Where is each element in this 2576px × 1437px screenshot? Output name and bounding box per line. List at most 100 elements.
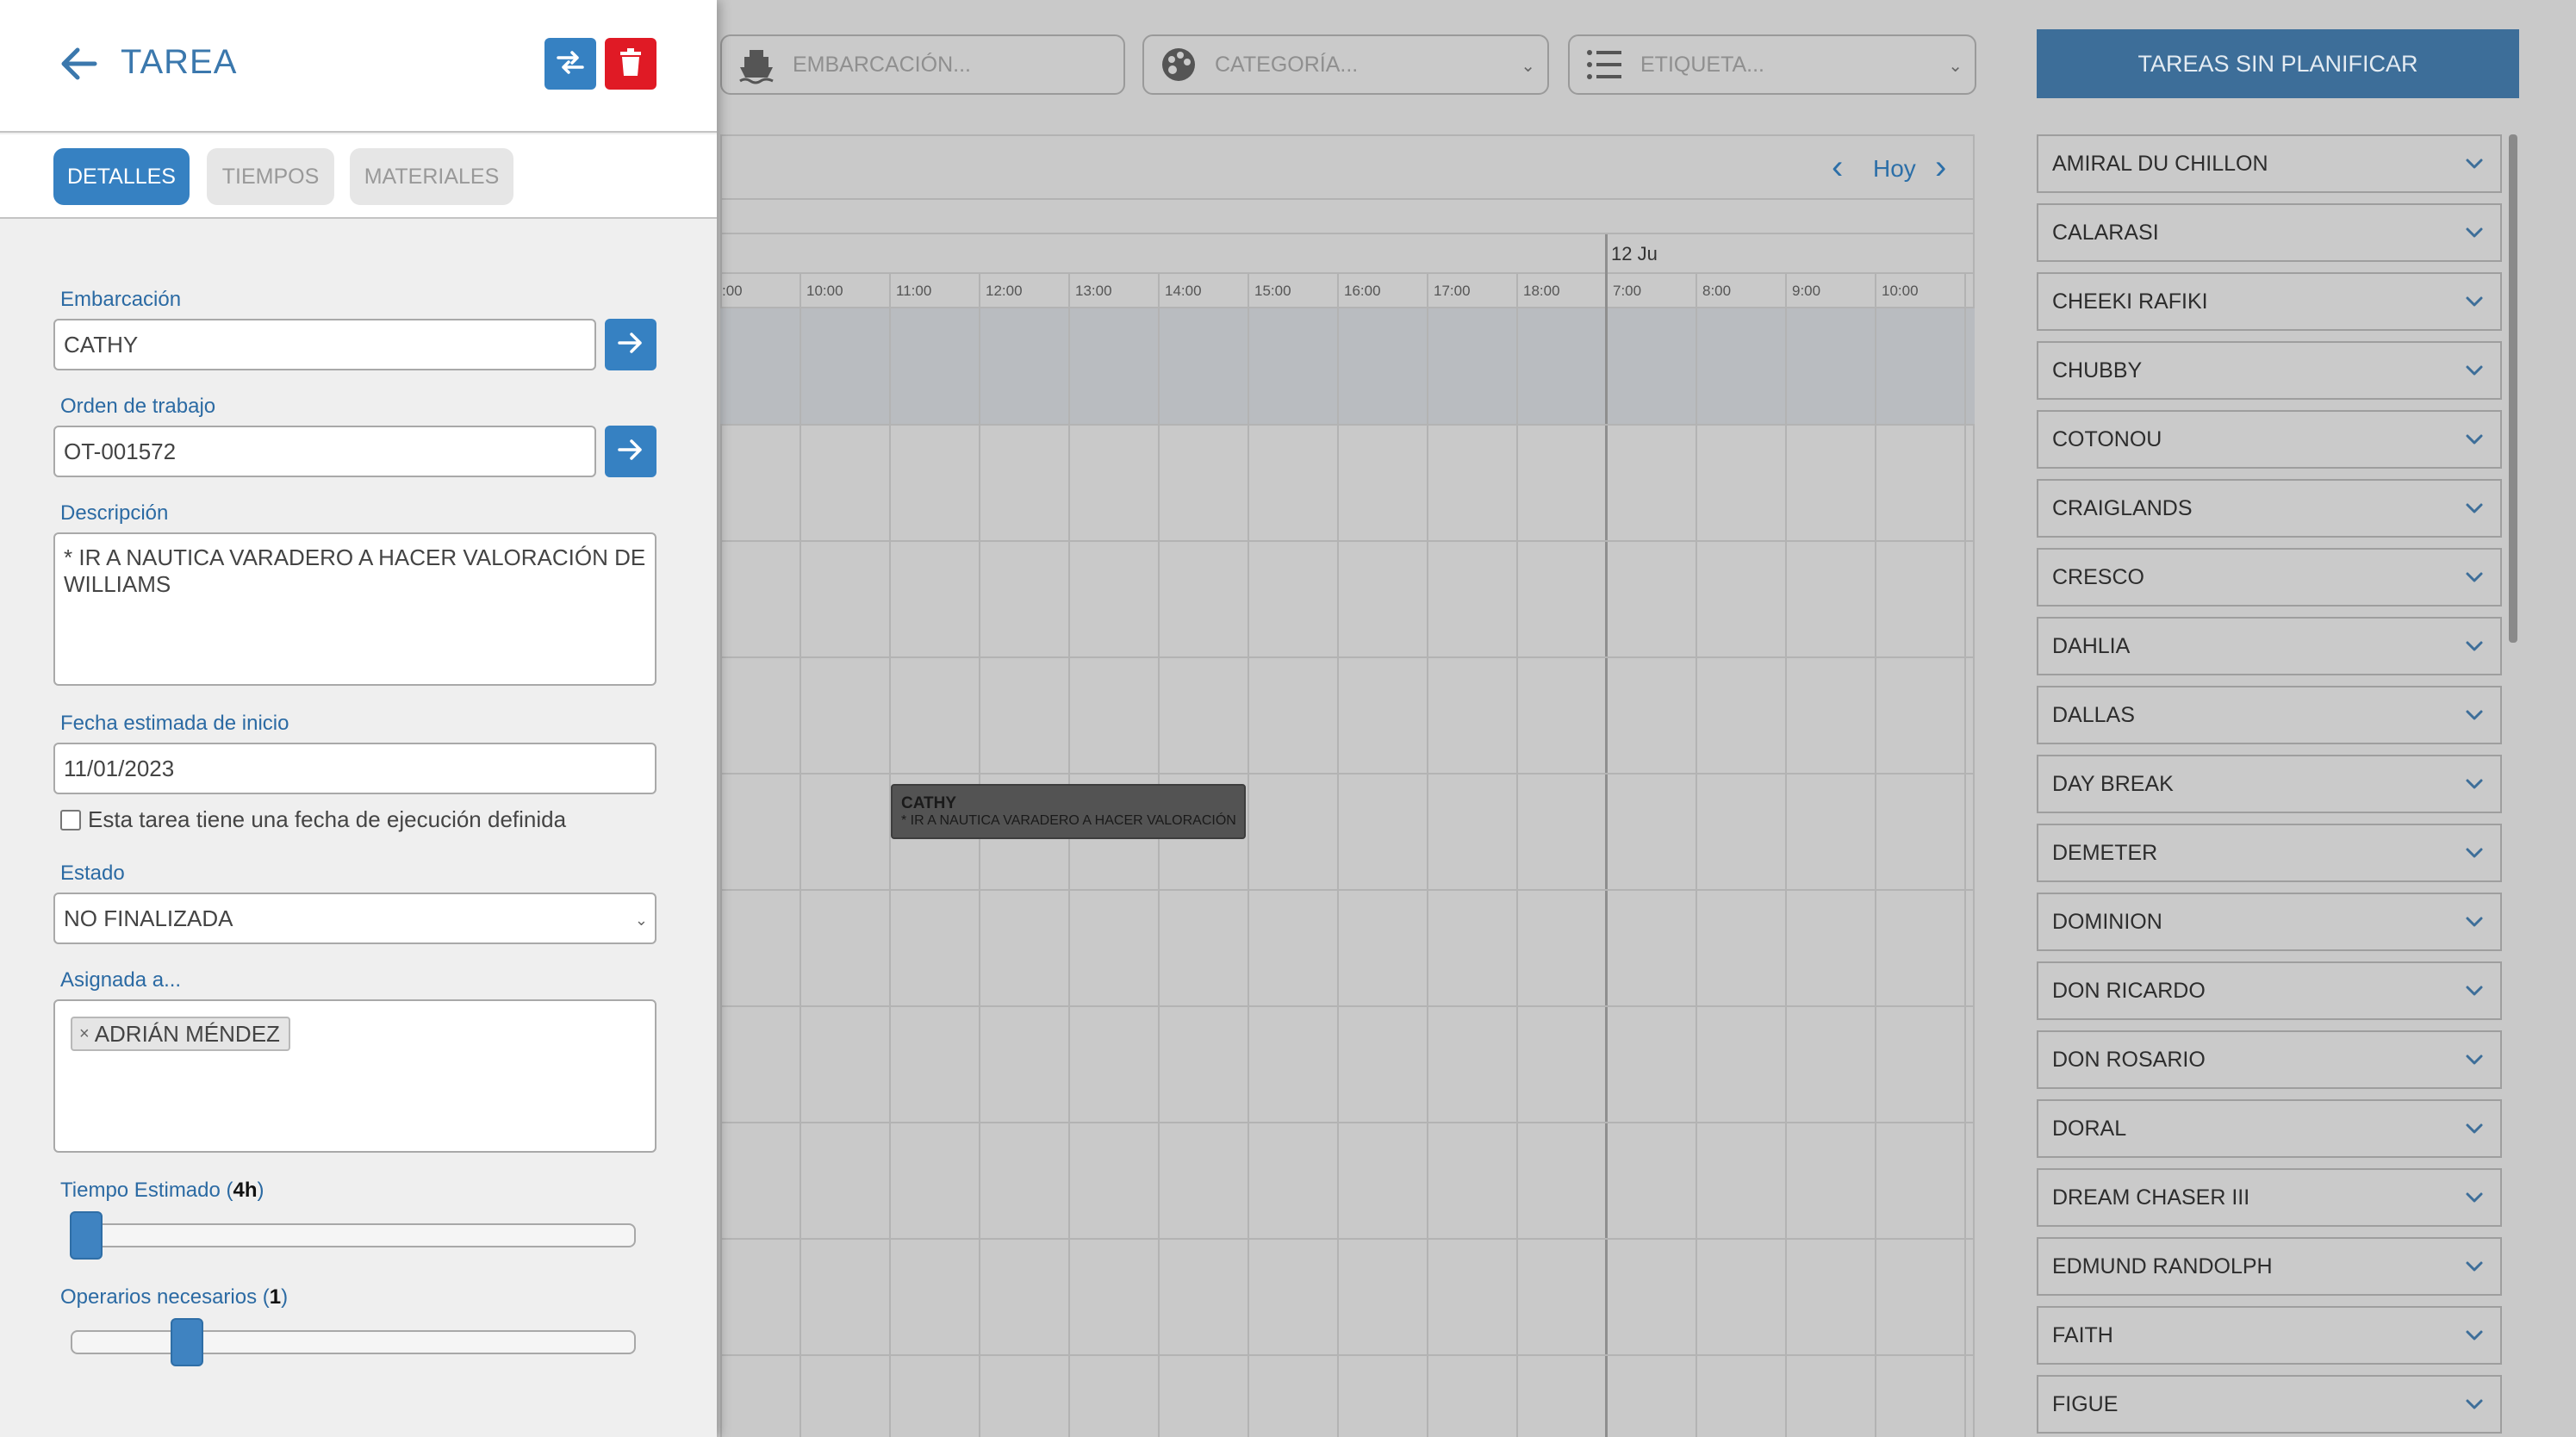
operators-label: Operarios necesarios (1): [60, 1285, 289, 1309]
status-select[interactable]: NO FINALIZADA ⌄: [53, 893, 656, 944]
back-arrow-icon[interactable]: [55, 40, 103, 88]
unplanned-boat-name: DON RICARDO: [2052, 978, 2206, 1003]
start-date-field[interactable]: 11/01/2023: [53, 743, 656, 794]
chevron-down-icon: [2464, 1394, 2485, 1415]
operators-slider[interactable]: [71, 1330, 636, 1354]
today-button[interactable]: Hoy: [1873, 155, 1916, 183]
grid-line: [1068, 272, 1070, 1437]
work-order-field[interactable]: OT-001572: [53, 426, 596, 477]
unplanned-boat-item[interactable]: EDMUND RANDOLPH: [2037, 1237, 2502, 1296]
chevron-down-icon: [2464, 636, 2485, 656]
scrollbar[interactable]: [2509, 134, 2517, 643]
unplanned-boat-item[interactable]: DORAL: [2037, 1099, 2502, 1158]
unplanned-boat-item[interactable]: COTONOU: [2037, 410, 2502, 469]
unplanned-boat-item[interactable]: CALARASI: [2037, 203, 2502, 262]
estimated-time-slider[interactable]: [71, 1223, 636, 1247]
arrow-right-icon: [616, 435, 645, 469]
hour-label: 16:00: [1344, 283, 1381, 299]
chevron-down-icon: [2464, 360, 2485, 381]
unplanned-boat-item[interactable]: DAY BREAK: [2037, 755, 2502, 813]
delete-task-button[interactable]: [605, 38, 656, 90]
remove-tag-icon[interactable]: ×: [79, 1024, 90, 1044]
fixed-date-checkbox[interactable]: [60, 809, 81, 830]
next-icon[interactable]: ›: [1935, 148, 1946, 187]
move-task-button[interactable]: [544, 38, 596, 90]
unplanned-boat-name: CHEEKI RAFIKI: [2052, 289, 2208, 314]
ship-icon: [732, 40, 781, 89]
unplanned-boat-item[interactable]: DON ROSARIO: [2037, 1030, 2502, 1089]
unplanned-boat-item[interactable]: DREAM CHASER III: [2037, 1168, 2502, 1227]
calendar-day-row: [720, 233, 1975, 272]
status-label: Estado: [60, 862, 125, 885]
event-description: * IR A NAUTICA VARADERO A HACER VALORACI…: [901, 813, 1236, 828]
assigned-user-tag[interactable]: × ADRIÁN MÉNDEZ: [71, 1017, 290, 1051]
tab-materials[interactable]: MATERIALES: [350, 148, 513, 205]
unplanned-boat-name: EDMUND RANDOLPH: [2052, 1253, 2273, 1278]
grid-line: [800, 272, 801, 1437]
hour-label: 9:00: [1792, 283, 1821, 299]
tab-times[interactable]: TIEMPOS: [207, 148, 334, 205]
boat-field[interactable]: CATHY: [53, 319, 596, 370]
hour-label: 17:00: [1434, 283, 1471, 299]
unplanned-boat-name: CRAIGLANDS: [2052, 495, 2193, 520]
unplanned-boat-item[interactable]: CRESCO: [2037, 548, 2502, 607]
grid-line: [720, 889, 1975, 891]
grid-line: [720, 1005, 1975, 1007]
tab-details[interactable]: DETALLES: [53, 148, 190, 205]
unplanned-boat-item[interactable]: DEMETER: [2037, 824, 2502, 882]
hour-label: :00: [722, 283, 743, 299]
unplanned-boat-item[interactable]: CHEEKI RAFIKI: [2037, 272, 2502, 331]
unplanned-boat-item[interactable]: DAHLIA: [2037, 617, 2502, 675]
palette-icon: [1154, 40, 1203, 89]
unplanned-boat-name: DAY BREAK: [2052, 771, 2174, 796]
unplanned-boat-item[interactable]: DALLAS: [2037, 686, 2502, 744]
fixed-date-checkbox-row[interactable]: Esta tarea tiene una fecha de ejecución …: [60, 806, 566, 833]
unplanned-boat-item[interactable]: DON RICARDO: [2037, 961, 2502, 1020]
chevron-down-icon: [2464, 705, 2485, 725]
unplanned-boat-name: CALARASI: [2052, 220, 2159, 245]
chevron-down-icon: [2464, 291, 2485, 312]
grid-line: [1158, 272, 1160, 1437]
hour-label: 18:00: [1523, 283, 1560, 299]
unplanned-boat-item[interactable]: AMIRAL DU CHILLON: [2037, 134, 2502, 193]
hour-label: 12:00: [986, 283, 1023, 299]
chevron-down-icon: ⌄: [1948, 57, 1963, 76]
chevron-down-icon: [2464, 980, 2485, 1001]
boat-filter[interactable]: EMBARCACIÓN...: [720, 34, 1125, 95]
unplanned-boat-name: DON ROSARIO: [2052, 1047, 2206, 1072]
unplanned-boat-item[interactable]: CHUBBY: [2037, 341, 2502, 400]
list-icon: [1580, 40, 1628, 89]
drawer-header: TAREA: [0, 0, 717, 133]
unplanned-tasks-button[interactable]: TAREAS SIN PLANIFICAR: [2037, 29, 2519, 98]
grid-line: [889, 272, 891, 1437]
previous-icon[interactable]: ‹: [1832, 148, 1843, 187]
description-textarea[interactable]: * IR A NAUTICA VARADERO A HACER VALORACI…: [53, 532, 656, 686]
day-divider: [1605, 234, 1608, 1437]
hour-label: 11:00: [896, 283, 932, 299]
calendar-event[interactable]: CATHY * IR A NAUTICA VARADERO A HACER VA…: [891, 784, 1246, 839]
operators-slider-handle[interactable]: [171, 1318, 203, 1366]
grid-line: [1964, 272, 1966, 1437]
chevron-down-icon: ⌄: [1521, 57, 1535, 76]
category-filter[interactable]: CATEGORÍA... ⌄: [1142, 34, 1549, 95]
unplanned-boat-name: DOMINION: [2052, 909, 2162, 934]
chevron-down-icon: [2464, 1118, 2485, 1139]
hour-label: 10:00: [806, 283, 843, 299]
description-label: Descripción: [60, 501, 169, 525]
unplanned-boat-item[interactable]: FIGUE: [2037, 1375, 2502, 1434]
open-work-order-button[interactable]: [605, 426, 656, 477]
grid-line: [1248, 272, 1249, 1437]
status-value: NO FINALIZADA: [64, 905, 233, 931]
grid-line: [720, 424, 1975, 426]
unplanned-boat-item[interactable]: DOMINION: [2037, 893, 2502, 951]
tag-filter[interactable]: ETIQUETA... ⌄: [1568, 34, 1976, 95]
chevron-down-icon: [2464, 1187, 2485, 1208]
drawer-title: TAREA: [121, 43, 238, 81]
grid-line: [1427, 272, 1428, 1437]
unplanned-boat-item[interactable]: FAITH: [2037, 1306, 2502, 1365]
grid-line: [720, 1354, 1975, 1356]
unplanned-boat-item[interactable]: CRAIGLANDS: [2037, 479, 2502, 538]
estimated-time-slider-handle[interactable]: [70, 1211, 103, 1260]
unplanned-boat-name: DEMETER: [2052, 840, 2158, 865]
open-boat-button[interactable]: [605, 319, 656, 370]
